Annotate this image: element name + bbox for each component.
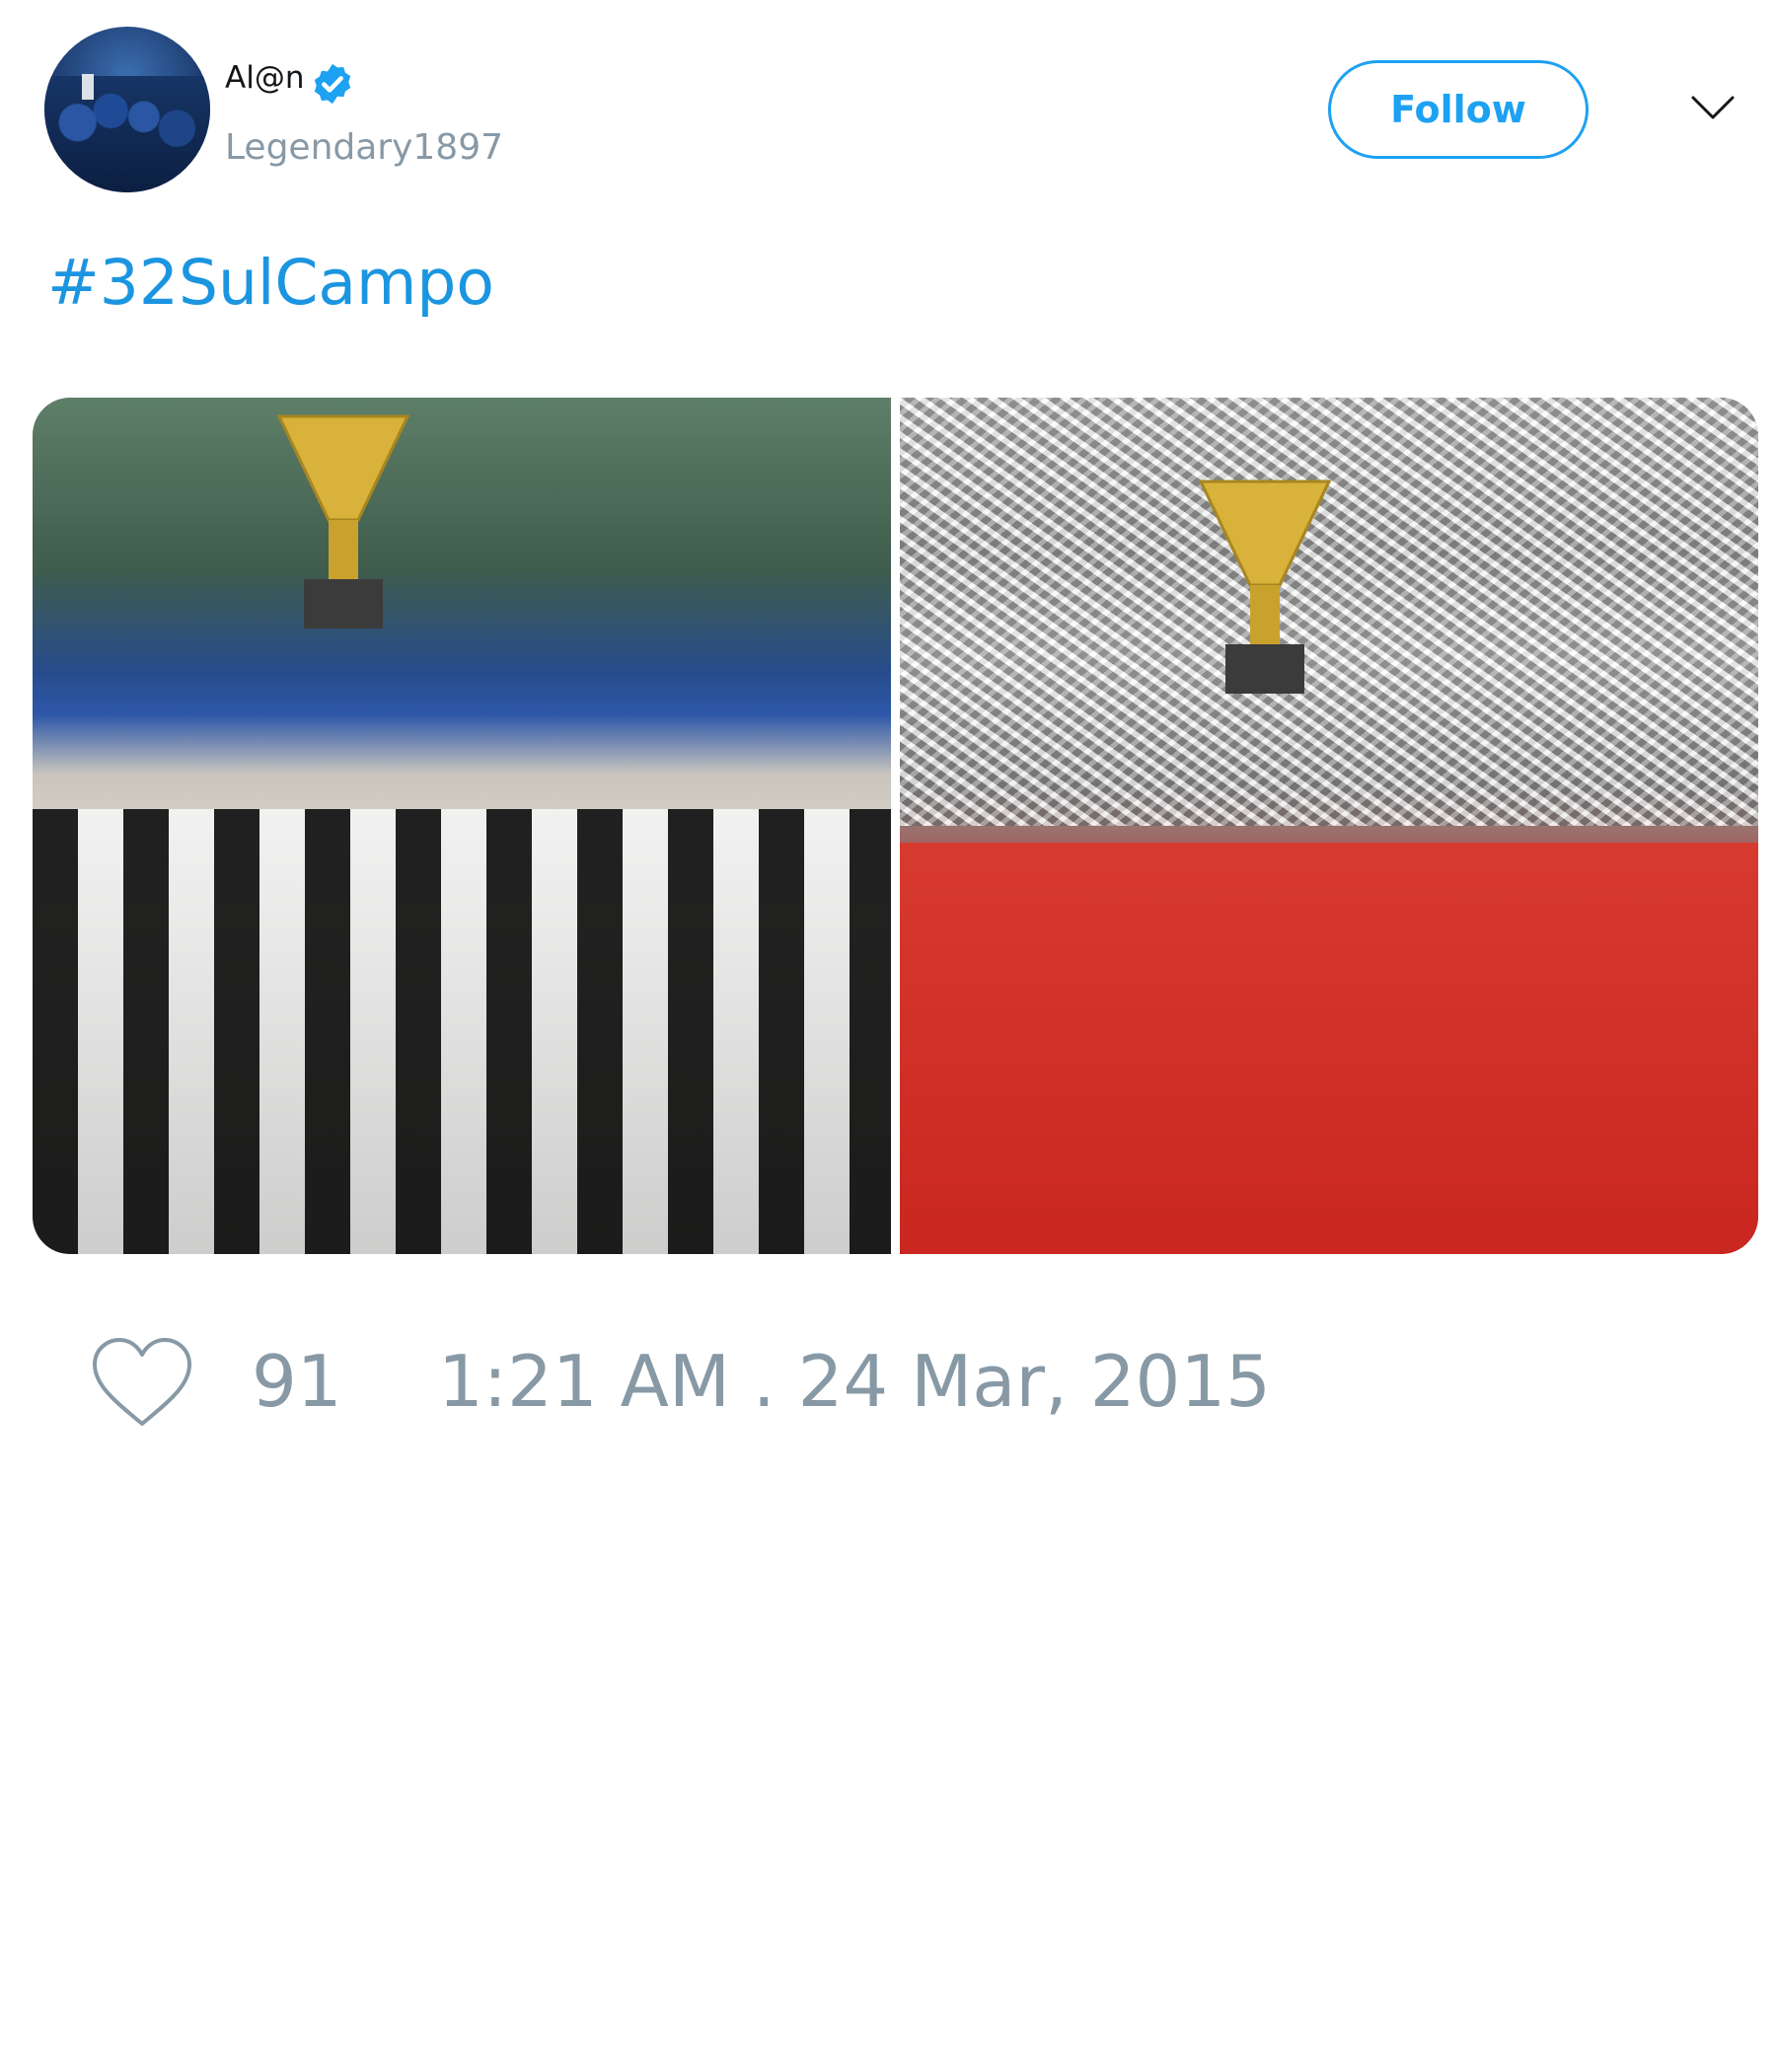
photo-2-jerseys bbox=[900, 843, 1758, 1254]
chevron-down-icon[interactable] bbox=[1690, 95, 1736, 122]
hashtag-link[interactable]: #32SulCampo bbox=[47, 252, 494, 314]
media-grid bbox=[33, 398, 1758, 1254]
trophy-image bbox=[1198, 480, 1332, 694]
avatar-photo bbox=[44, 76, 210, 192]
display-name[interactable]: Al@n bbox=[225, 63, 304, 94]
follow-button[interactable]: Follow bbox=[1328, 60, 1589, 159]
tweet-photo-1[interactable] bbox=[33, 398, 891, 1254]
username[interactable]: Legendary1897 bbox=[225, 130, 503, 166]
like-count: 91 bbox=[252, 1340, 342, 1423]
photo-1-shade bbox=[33, 808, 891, 1254]
avatar-photo-detail bbox=[82, 74, 94, 100]
tweet-timestamp[interactable]: 1:21 AM . 24 Mar, 2015 bbox=[438, 1346, 1271, 1417]
verified-badge-icon bbox=[314, 63, 351, 105]
avatar[interactable] bbox=[44, 27, 210, 192]
trophy-image bbox=[276, 414, 410, 629]
heart-icon[interactable] bbox=[89, 1335, 195, 1430]
tweet-photo-2[interactable] bbox=[900, 398, 1758, 1254]
